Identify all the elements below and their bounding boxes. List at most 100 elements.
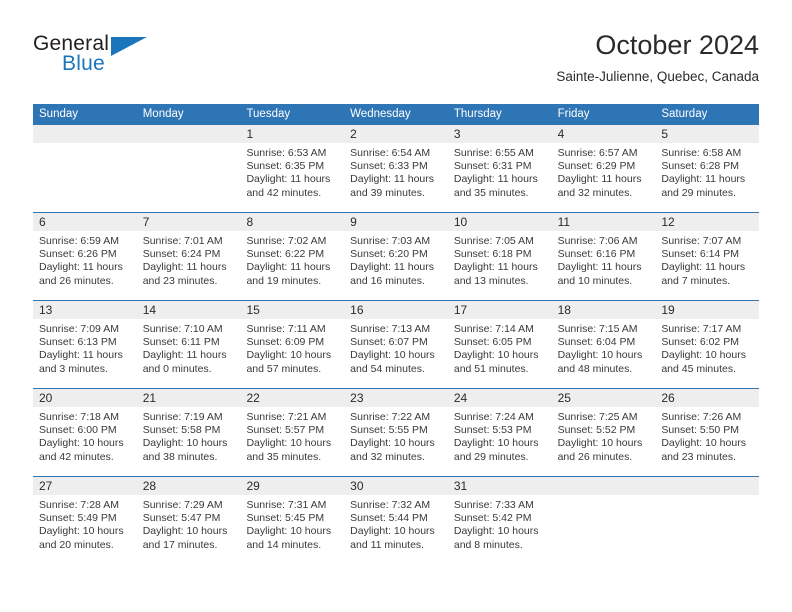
sunrise-time: Sunrise: 7:18 AM — [39, 411, 119, 423]
sunset-time: Sunset: 5:44 PM — [350, 512, 428, 525]
sunset-time: Sunset: 6:33 PM — [350, 160, 428, 173]
day-number: 29 — [240, 477, 345, 495]
location-subtitle: Sainte-Julienne, Quebec, Canada — [556, 69, 759, 84]
daylight-duration: Daylight: 10 hours and 35 minutes. — [246, 437, 332, 463]
day-number: 12 — [655, 213, 760, 231]
sunset-time: Sunset: 6:07 PM — [350, 336, 428, 349]
day-cell[interactable]: 7 Sunrise: 7:01 AM Sunset: 6:24 PM Daylight… — [136, 213, 241, 300]
daylight-duration: Daylight: 10 hours and 23 minutes. — [661, 437, 746, 463]
sunrise-time: Sunrise: 7:09 AM — [39, 323, 119, 335]
day-cell[interactable]: 19 Sunrise: 7:17 AM Sunset: 6:02 PM Dayligh… — [655, 301, 760, 388]
day-cell[interactable]: 20 Sunrise: 7:18 AM Sunset: 6:00 PM Dayligh… — [33, 389, 137, 476]
day-number: 25 — [551, 389, 656, 407]
weekday-header-sunday: Sunday — [39, 108, 79, 120]
sunrise-time: Sunrise: 7:31 AM — [246, 499, 327, 511]
day-cell[interactable]: 31 Sunrise: 7:33 AM Sunset: 5:42 PM Dayligh… — [447, 477, 552, 564]
weekday-header-row: Sunday Monday Tuesday Wednesday Thursday Frid… — [33, 104, 759, 125]
day-cell[interactable]: 27 Sunrise: 7:28 AM Sunset: 5:49 PM Dayligh… — [33, 477, 137, 564]
day-number: 8 — [240, 213, 345, 231]
day-cell[interactable]: 28 Sunrise: 7:29 AM Sunset: 5:47 PM Dayligh… — [136, 477, 241, 564]
day-cell[interactable]: 17 Sunrise: 7:14 AM Sunset: 6:05 PM Dayligh… — [447, 301, 552, 388]
day-number: 20 — [33, 389, 137, 407]
day-number: 17 — [447, 301, 552, 319]
day-number: 23 — [344, 389, 448, 407]
calendar-week-row: 20 Sunrise: 7:18 AM Sunset: 6:00 PM Dayligh… — [33, 388, 760, 476]
day-cell[interactable]: 18 Sunrise: 7:15 AM Sunset: 6:04 PM Dayligh… — [551, 301, 656, 388]
day-cell[interactable]: 9 Sunrise: 7:03 AM Sunset: 6:20 PM Daylight… — [344, 213, 448, 300]
day-cell-empty — [136, 125, 241, 212]
day-number: 3 — [447, 125, 552, 143]
weekday-header-monday: Monday — [142, 108, 184, 120]
triangle-logo-icon — [111, 37, 147, 56]
daylight-duration: Daylight: 10 hours and 57 minutes. — [246, 349, 332, 375]
sunrise-time: Sunrise: 7:14 AM — [453, 323, 534, 335]
sunset-time: Sunset: 6:04 PM — [557, 336, 636, 349]
daylight-duration: Daylight: 11 hours and 7 minutes. — [661, 261, 746, 287]
day-sun-info: Sunrise: 7:33 AM Sunset: 5:42 PM Daylight:… — [448, 495, 552, 552]
day-sun-info: Sunrise: 7:09 AM Sunset: 6:13 PM Daylight:… — [33, 319, 137, 376]
day-cell[interactable]: 30 Sunrise: 7:32 AM Sunset: 5:44 PM Dayligh… — [344, 477, 448, 564]
sunrise-time: Sunrise: 7:02 AM — [246, 235, 327, 247]
daylight-duration: Daylight: 11 hours and 3 minutes. — [39, 349, 123, 375]
day-cell[interactable]: 8 Sunrise: 7:02 AM Sunset: 6:22 PM Daylight… — [240, 213, 345, 300]
day-cell[interactable]: 25 Sunrise: 7:25 AM Sunset: 5:52 PM Dayligh… — [551, 389, 656, 476]
day-cell[interactable]: 23 Sunrise: 7:22 AM Sunset: 5:55 PM Dayligh… — [344, 389, 448, 476]
day-sun-info: Sunrise: 7:32 AM Sunset: 5:44 PM Daylight:… — [344, 495, 448, 552]
day-sun-info: Sunrise: 6:58 AM Sunset: 6:28 PM Daylight:… — [655, 143, 759, 200]
sunrise-time: Sunrise: 7:15 AM — [557, 323, 638, 335]
day-sun-info: Sunrise: 7:07 AM Sunset: 6:14 PM Daylight:… — [655, 231, 759, 288]
day-cell[interactable]: 11 Sunrise: 7:06 AM Sunset: 6:16 PM Dayligh… — [551, 213, 656, 300]
day-sun-info: Sunrise: 7:06 AM Sunset: 6:16 PM Daylight:… — [552, 231, 656, 288]
sunrise-time: Sunrise: 7:11 AM — [246, 323, 326, 335]
sunrise-time: Sunrise: 7:25 AM — [557, 411, 638, 423]
day-cell[interactable]: 24 Sunrise: 7:24 AM Sunset: 5:53 PM Dayligh… — [447, 389, 552, 476]
day-number: 15 — [240, 301, 345, 319]
day-sun-info: Sunrise: 7:14 AM Sunset: 6:05 PM Daylight:… — [448, 319, 552, 376]
sunset-time: Sunset: 6:22 PM — [246, 248, 325, 261]
day-cell[interactable]: 5 Sunrise: 6:58 AM Sunset: 6:28 PM Daylight… — [655, 125, 760, 212]
page-title: October 2024 — [595, 30, 759, 60]
day-sun-info: Sunrise: 6:55 AM Sunset: 6:31 PM Daylight:… — [448, 143, 552, 200]
day-number: 21 — [136, 389, 241, 407]
day-number: 18 — [551, 301, 656, 319]
daylight-duration: Daylight: 10 hours and 20 minutes. — [39, 525, 124, 551]
day-number: 11 — [551, 213, 656, 231]
day-cell[interactable]: 29 Sunrise: 7:31 AM Sunset: 5:45 PM Dayligh… — [240, 477, 345, 564]
day-number: 10 — [447, 213, 552, 231]
day-sun-info: Sunrise: 7:25 AM Sunset: 5:52 PM Daylight:… — [552, 407, 656, 464]
sunrise-time: Sunrise: 7:24 AM — [453, 411, 534, 423]
sunset-time: Sunset: 6:24 PM — [142, 248, 221, 261]
day-cell[interactable]: 10 Sunrise: 7:05 AM Sunset: 6:18 PM Dayligh… — [447, 213, 552, 300]
sunrise-time: Sunrise: 7:13 AM — [350, 323, 431, 335]
day-cell[interactable]: 14 Sunrise: 7:10 AM Sunset: 6:11 PM Dayligh… — [136, 301, 241, 388]
day-cell[interactable]: 13 Sunrise: 7:09 AM Sunset: 6:13 PM Dayligh… — [33, 301, 137, 388]
daylight-duration: Daylight: 10 hours and 42 minutes. — [39, 437, 124, 463]
day-cell[interactable]: 26 Sunrise: 7:26 AM Sunset: 5:50 PM Dayligh… — [655, 389, 760, 476]
day-number: 13 — [33, 301, 137, 319]
day-cell[interactable]: 15 Sunrise: 7:11 AM Sunset: 6:09 PM Dayligh… — [240, 301, 345, 388]
day-cell[interactable]: 3 Sunrise: 6:55 AM Sunset: 6:31 PM Daylight… — [447, 125, 552, 212]
day-sun-info: Sunrise: 7:10 AM Sunset: 6:11 PM Daylight:… — [137, 319, 241, 376]
brand-logo[interactable]: General Blue — [33, 32, 233, 88]
sunset-time: Sunset: 6:18 PM — [453, 248, 532, 261]
sunset-time: Sunset: 6:20 PM — [350, 248, 428, 261]
day-sun-info: Sunrise: 7:29 AM Sunset: 5:47 PM Daylight:… — [137, 495, 241, 552]
sunrise-time: Sunrise: 7:05 AM — [453, 235, 534, 247]
day-cell[interactable]: 16 Sunrise: 7:13 AM Sunset: 6:07 PM Dayligh… — [344, 301, 448, 388]
sunset-time: Sunset: 6:05 PM — [453, 336, 532, 349]
day-number — [33, 125, 137, 143]
day-cell[interactable]: 1 Sunrise: 6:53 AM Sunset: 6:35 PM Daylight… — [240, 125, 345, 212]
day-cell[interactable]: 6 Sunrise: 6:59 AM Sunset: 6:26 PM Daylight… — [33, 213, 137, 300]
day-sun-info: Sunrise: 7:26 AM Sunset: 5:50 PM Daylight:… — [655, 407, 759, 464]
day-cell[interactable]: 4 Sunrise: 6:57 AM Sunset: 6:29 PM Daylight… — [551, 125, 656, 212]
day-sun-info: Sunrise: 7:19 AM Sunset: 5:58 PM Daylight:… — [137, 407, 241, 464]
day-cell[interactable]: 12 Sunrise: 7:07 AM Sunset: 6:14 PM Dayligh… — [655, 213, 760, 300]
sunset-time: Sunset: 5:42 PM — [453, 512, 532, 525]
daylight-duration: Daylight: 11 hours and 35 minutes. — [453, 173, 538, 199]
day-cell[interactable]: 2 Sunrise: 6:54 AM Sunset: 6:33 PM Daylight… — [344, 125, 448, 212]
day-number: 22 — [240, 389, 345, 407]
sunrise-time: Sunrise: 6:54 AM — [350, 147, 431, 159]
day-number — [136, 125, 241, 143]
day-cell[interactable]: 21 Sunrise: 7:19 AM Sunset: 5:58 PM Dayligh… — [136, 389, 241, 476]
day-cell[interactable]: 22 Sunrise: 7:21 AM Sunset: 5:57 PM Dayligh… — [240, 389, 345, 476]
